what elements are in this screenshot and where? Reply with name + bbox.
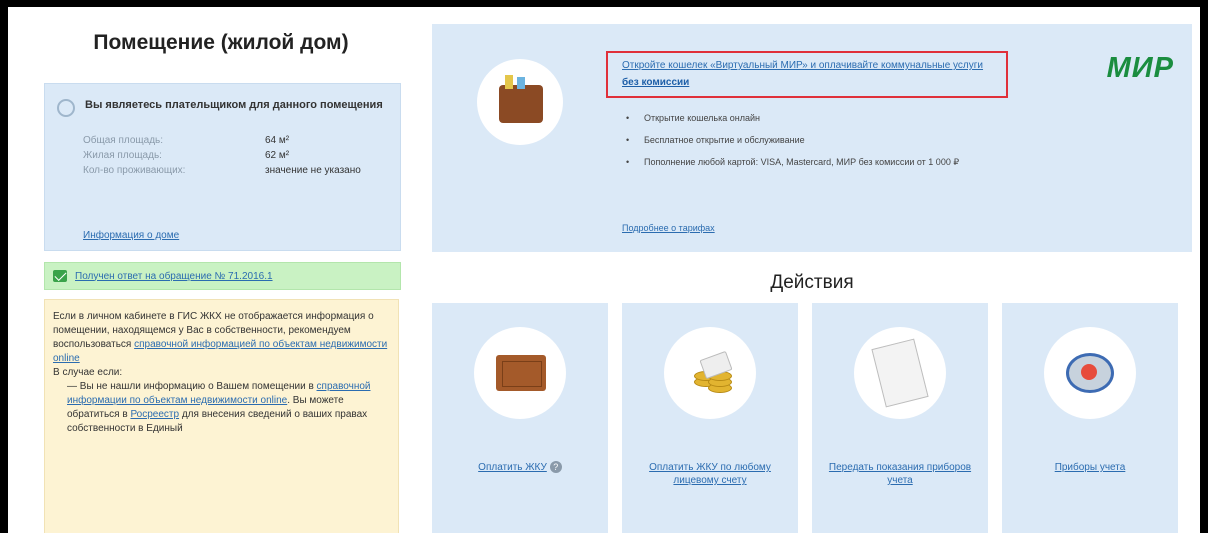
answer-notice: Получен ответ на обращение № 71.2016.1 [44,262,401,290]
actions-title: Действия [770,272,854,293]
pay-any-account-link[interactable]: Оплатить ЖКУ по любому лицевому счету [649,462,771,486]
meter-icon-circle [1044,327,1136,419]
tariff-link[interactable]: Подробнее о тарифах [622,223,715,233]
payer-header: Вы являетесь плательщиком для данного по… [57,98,388,117]
document-icon [871,338,929,408]
area-living-value: 62 м² [265,150,290,161]
wallet-icon [499,75,543,123]
rosreestr-link[interactable]: Росреестр [130,409,179,420]
submit-readings-link[interactable]: Передать показания приборов учета [829,462,971,486]
action-label: Приборы учета [1008,461,1172,474]
note-paragraph-1: Если в личном кабинете в ГИС ЖКХ не отоб… [53,310,390,366]
wallet-icon-circle [474,327,566,419]
note-text: — Вы не нашли информацию о Вашем помещен… [67,381,317,392]
note-paragraph-3: — Вы не нашли информацию о Вашем помещен… [53,380,390,436]
info-note: Если в личном кабинете в ГИС ЖКХ не отоб… [44,299,399,533]
house-info-link[interactable]: Информация о доме [83,230,179,241]
wallet-icon-circle [477,59,563,145]
payer-info-box: Вы являетесь плательщиком для данного по… [44,83,401,251]
pay-housing-link[interactable]: Оплатить ЖКУ [478,462,547,473]
promo-bullet: Открытие кошелька онлайн [622,112,982,125]
answer-link[interactable]: Получен ответ на обращение № 71.2016.1 [75,271,273,282]
promo-bullet: Бесплатное открытие и обслуживание [622,134,982,147]
promo-link[interactable]: Откройте кошелек «Виртуальный МИР» и опл… [622,60,983,71]
document-icon-circle [854,327,946,419]
promo-link-bold[interactable]: без комиссии [622,77,689,88]
action-card-pay-any[interactable]: Оплатить ЖКУ по любому лицевому счету [622,303,798,533]
meters-link[interactable]: Приборы учета [1055,462,1126,473]
promo-link-box[interactable]: Откройте кошелек «Виртуальный МИР» и опл… [606,51,1008,98]
promo-bullet: Пополнение любой картой: VISA, Mastercar… [622,156,982,169]
envelope-check-icon [53,270,67,282]
area-total-value: 64 м² [265,135,290,146]
promo-bullets: Открытие кошелька онлайн Бесплатное откр… [622,112,982,178]
area-total-label: Общая площадь: [83,135,164,146]
note-paragraph-2: В случае если: [53,367,123,378]
page-title: Помещение (жилой дом) [93,31,349,54]
action-label: Передать показания приборов учета [818,461,982,487]
action-label: Оплатить ЖКУ по любому лицевому счету [628,461,792,487]
action-label: Оплатить ЖКУ? [438,461,602,474]
mir-promo-banner: Откройте кошелек «Виртуальный МИР» и опл… [432,24,1192,252]
mir-logo: МИР [1106,52,1174,84]
coins-icon [690,347,733,397]
info-icon [57,99,75,117]
payer-title: Вы являетесь плательщиком для данного по… [85,99,383,111]
water-meter-icon [1066,353,1114,393]
action-card-pay[interactable]: Оплатить ЖКУ? [432,303,608,533]
wallet-icon [496,355,546,391]
help-icon[interactable]: ? [549,461,562,474]
action-card-meters[interactable]: Приборы учета [1002,303,1178,533]
residents-value: значение не указано [265,165,361,176]
action-card-readings[interactable]: Передать показания приборов учета [812,303,988,533]
residents-label: Кол-во проживающих: [83,165,186,176]
area-living-label: Жилая площадь: [83,150,162,161]
page-frame: Помещение (жилой дом) Вы являетесь плате… [8,7,1200,533]
left-column: Помещение (жилой дом) [32,7,410,77]
coins-icon-circle [664,327,756,419]
